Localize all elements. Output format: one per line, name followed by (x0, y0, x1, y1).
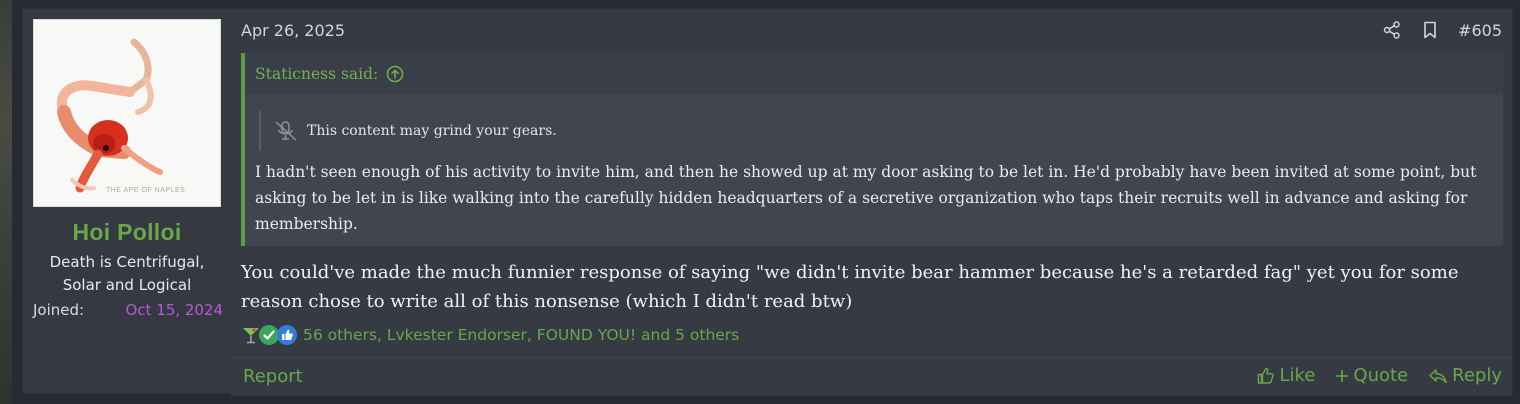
reply-button[interactable]: Reply (1428, 365, 1502, 386)
forum-post: THE APE OF NAPLES Hoi Polloi Death is Ce… (22, 8, 1513, 396)
plus-icon (1336, 369, 1349, 382)
avatar[interactable]: THE APE OF NAPLES (33, 19, 221, 207)
muted-microphone-icon (275, 121, 297, 141)
check-icon (259, 325, 279, 345)
arrow-up-circle-icon[interactable] (386, 65, 404, 83)
background-strip (0, 0, 12, 404)
thumbs-up-icon (277, 325, 297, 345)
quote-label: Quote (1353, 365, 1409, 386)
content-warning[interactable]: This content may grind your gears. (259, 111, 557, 151)
post-message: You could've made the much funnier respo… (241, 262, 1459, 312)
joined-row: Joined: Oct 15, 2024 (33, 301, 223, 319)
post-actions: Like Quote Reply (1256, 365, 1502, 386)
post-tools: #605 (1382, 20, 1502, 40)
user-title: Death is Centrifugal, Solar and Logical (49, 253, 205, 294)
user-sidebar: THE APE OF NAPLES Hoi Polloi Death is Ce… (23, 9, 231, 393)
report-link[interactable]: Report (243, 366, 303, 387)
post-footer: Report Like Quote Reply (231, 357, 1512, 396)
thumbs-up-outline-icon (1257, 367, 1274, 384)
quote-block: Staticness said: This content may grind … (241, 53, 1503, 246)
like-label: Like (1279, 365, 1316, 386)
reactions-bar[interactable]: 56 others, Lvkester Endorser, FOUND YOU!… (241, 325, 739, 345)
username[interactable]: Hoi Polloi (23, 219, 231, 246)
content-warning-label: This content may grind your gears. (307, 123, 557, 139)
quote-text: I hadn't seen enough of his activity to … (255, 163, 1477, 233)
post-number-link[interactable]: #605 (1458, 21, 1502, 40)
quote-header[interactable]: Staticness said: (245, 53, 1503, 95)
quote-button[interactable]: Quote (1335, 365, 1408, 386)
bookmark-icon[interactable] (1420, 20, 1440, 40)
like-button[interactable]: Like (1256, 365, 1316, 386)
share-icon[interactable] (1382, 20, 1402, 40)
quote-author[interactable]: Staticness said: (255, 65, 378, 83)
post-main: Apr 26, 2025 #605 Staticness said: This … (231, 9, 1512, 396)
reaction-summary[interactable]: 56 others, Lvkester Endorser, FOUND YOU!… (303, 326, 739, 344)
post-date[interactable]: Apr 26, 2025 (241, 21, 345, 40)
avatar-caption: THE APE OF NAPLES (106, 187, 186, 194)
reaction-icons (241, 325, 297, 345)
joined-date: Oct 15, 2024 (125, 301, 224, 319)
reply-arrow-icon (1429, 368, 1447, 383)
cocktail-icon (241, 325, 261, 345)
reply-label: Reply (1452, 365, 1502, 386)
avatar-image (34, 20, 220, 206)
joined-label: Joined: (33, 301, 85, 319)
